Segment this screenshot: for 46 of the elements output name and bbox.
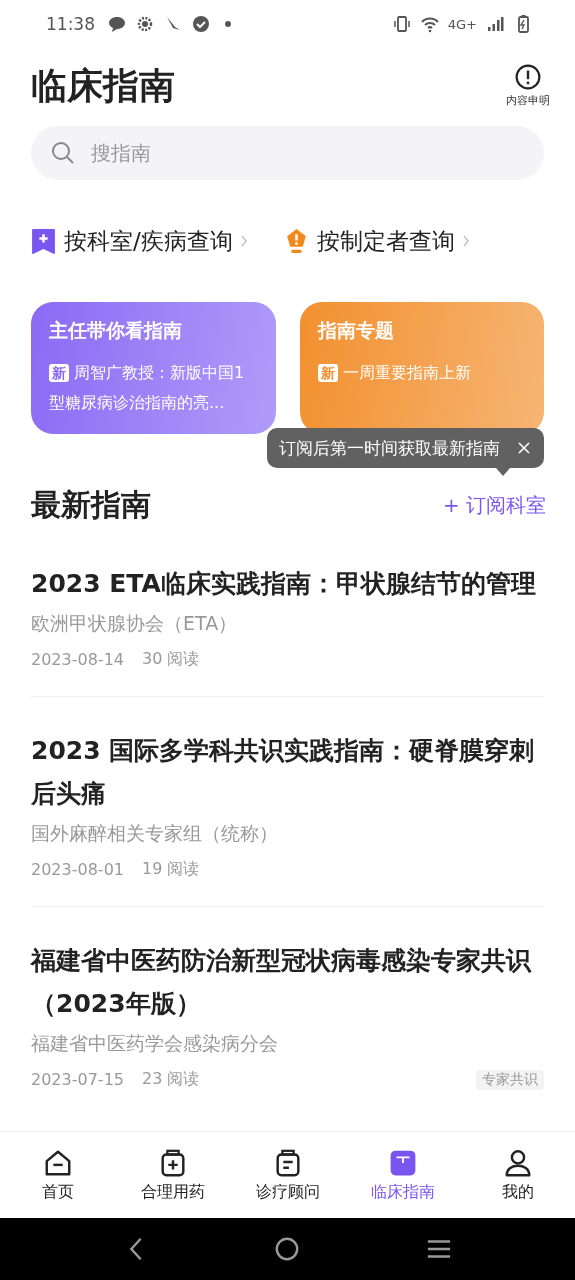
search-field[interactable]: 搜指南 [31, 126, 544, 180]
status-time: 11:38 [46, 14, 95, 34]
tab[interactable]: 合理用药 [115, 1132, 230, 1218]
guideline-title[interactable]: 2023 ETA临床实践指南：甲状腺结节的管理 [31, 562, 544, 605]
close-icon[interactable] [518, 442, 530, 454]
guideline-title[interactable]: 2023 国际多学科共识实践指南：硬脊膜穿刺后头痛 [31, 729, 544, 815]
chevron-icon [462, 235, 470, 247]
tab[interactable]: 首页 [0, 1132, 115, 1218]
card-title: 主任带你看指南 [49, 318, 183, 343]
query-link[interactable]: 按科室/疾病查询 [31, 225, 248, 257]
home-icon[interactable] [274, 1236, 301, 1262]
tab[interactable]: 诊疗顾问 [230, 1132, 345, 1218]
tab[interactable]: 临床指南 [345, 1132, 460, 1218]
card-text: 新 周智广教授：新版中国1型糖尿病诊治指南的亮... [49, 362, 246, 414]
card-title: 指南专题 [317, 318, 395, 343]
page-title: 临床指南 [31, 63, 175, 108]
check-icon [191, 14, 211, 34]
search-icon [51, 141, 75, 165]
network-label: 4G+ [447, 16, 477, 32]
guideline-title[interactable]: 福建省中医药防治新型冠状病毒感染专家共识（2023年版） [31, 939, 544, 1025]
guideline-tag: 专家共识 [476, 1069, 544, 1090]
read-count: 23 阅读 [142, 1069, 200, 1090]
notice-button[interactable]: 内容申明 [506, 64, 550, 108]
guideline-source: 福建省中医药学会感染病分会 [31, 1031, 279, 1056]
subscribe-link[interactable]: + 订阅科室 [442, 491, 546, 519]
guideline-source: 欧洲甲状腺协会（ETA） [31, 611, 239, 636]
chat-icon [107, 14, 127, 34]
vibrate-icon [391, 14, 412, 34]
query-link[interactable]: 按制定者查询 [283, 225, 470, 257]
feature-card[interactable]: 主任带你看指南 新 周智广教授：新版中国1型糖尿病诊治指南的亮... [31, 302, 276, 434]
bookmark-plus-icon [31, 227, 56, 255]
guideline-date: 2023-08-14 [31, 650, 124, 669]
read-count: 30 阅读 [142, 649, 200, 670]
gear-icon [135, 14, 155, 34]
guideline-source: 国外麻醉相关专家组（统称） [31, 821, 279, 846]
tooltip-text: 订阅后第一时间获取最新指南 [279, 436, 500, 460]
card-text: 新 一周重要指南上新 [317, 358, 526, 388]
guideline-date: 2023-07-15 [31, 1070, 124, 1089]
chevron-icon [240, 235, 248, 247]
tab[interactable]: 我的 [460, 1132, 575, 1218]
read-count: 19 阅读 [142, 859, 200, 880]
dot-icon [225, 21, 231, 27]
guideline-date: 2023-08-01 [31, 860, 124, 879]
section-title: 最新指南 [31, 485, 151, 524]
signal-icon [485, 14, 505, 34]
info-icon [515, 64, 541, 90]
